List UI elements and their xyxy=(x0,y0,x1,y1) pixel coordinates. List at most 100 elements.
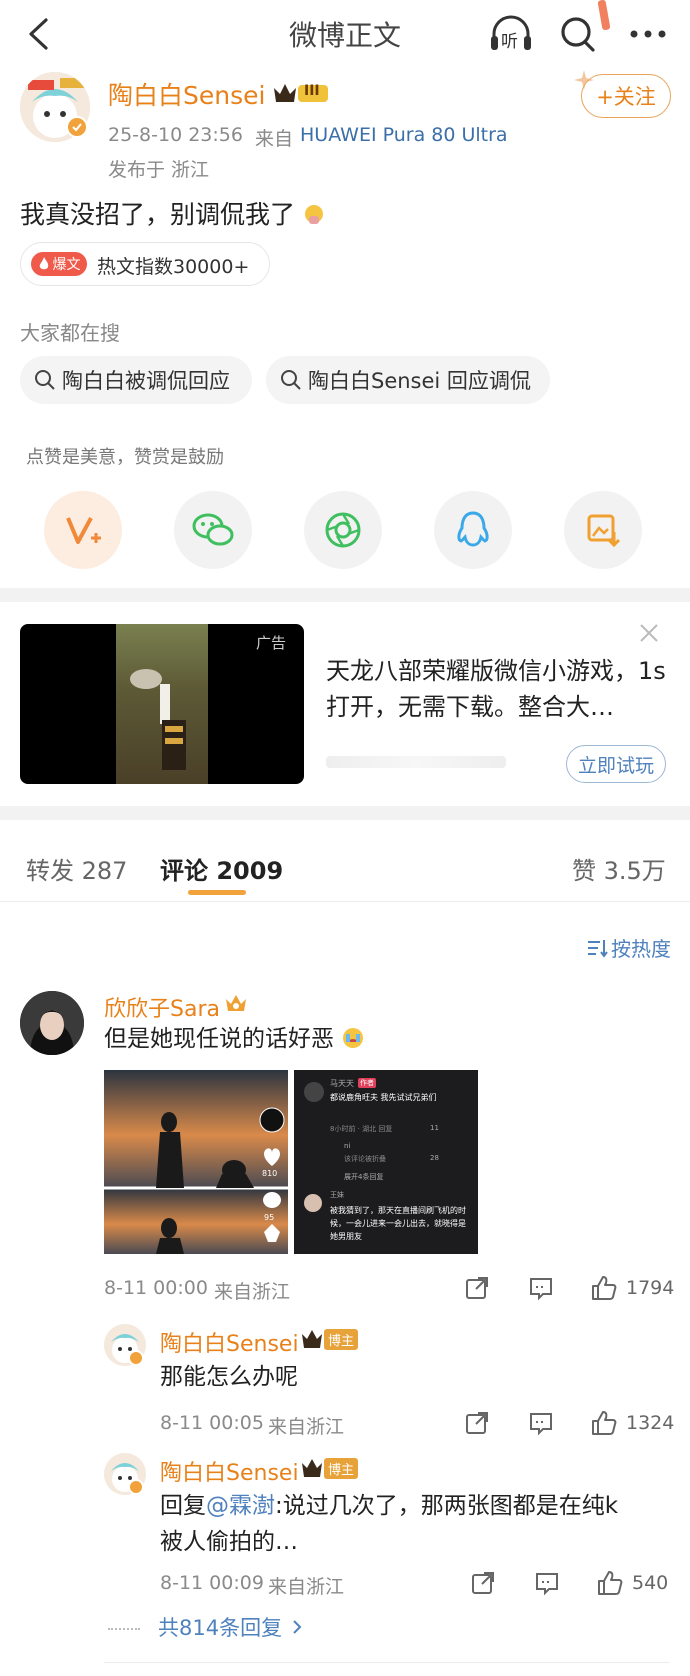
comment-image-1[interactable]: 810 95 xyxy=(104,1070,288,1254)
reward-tip: 点赞是美意，赞赏是鼓励 xyxy=(26,447,224,468)
host-badge-label: 博主 xyxy=(324,1328,359,1350)
more-replies-link[interactable]: 共814条回复 xyxy=(158,1612,304,1642)
member-crown-icon xyxy=(224,991,248,1015)
tab-like[interactable]: 赞 3.5万 xyxy=(572,851,666,886)
reply-text: 那能怎么办呢 xyxy=(160,1364,298,1390)
reply-text-line2: 被人偷拍的… xyxy=(160,1529,298,1555)
author-name[interactable]: 陶白白Sensei xyxy=(108,76,265,112)
embedded-name: 马天天 xyxy=(330,1079,354,1088)
comment-image-2[interactable]: 马天天 作者 都说鹿角旺夫 我先试试兄弟们 8小时前 · 湖北 回复 11 ni… xyxy=(294,1070,478,1254)
save-image-button[interactable] xyxy=(564,491,642,569)
reward-button[interactable] xyxy=(44,491,122,569)
weibo-post-page: 微博正文 听 陶白白Sensei III 25-8-10 23:56 来自 HU… xyxy=(0,0,690,1676)
comment-like-button[interactable]: 1794 xyxy=(590,1274,674,1302)
reply-like-button[interactable]: 1324 xyxy=(590,1409,674,1437)
more-replies-label: 共814条回复 xyxy=(158,1616,283,1640)
image-comment-count: 95 xyxy=(264,1213,275,1222)
reply-like-count: 1324 xyxy=(626,1412,675,1434)
more-replies-dots xyxy=(108,1628,140,1630)
reply-text: 回复@霖澍:说过几次了，那两张图都是在纯k xyxy=(160,1488,670,1524)
follow-button[interactable]: +关注 xyxy=(581,74,671,118)
hot-badge: 爆文 xyxy=(31,252,87,276)
ad-try-button[interactable]: 立即试玩 xyxy=(566,745,666,783)
embedded-likes-a: 11 xyxy=(430,1124,439,1132)
hot-badge-label: 爆文 xyxy=(52,257,81,273)
ad-tag: 广告 xyxy=(256,634,287,652)
save-image-icon xyxy=(587,514,621,548)
listen-headphones-icon[interactable]: 听 xyxy=(488,12,534,56)
facepalm-emoji-icon xyxy=(304,205,323,224)
thumbs-up-icon xyxy=(592,1276,617,1300)
hot-index-text: 热文指数30000+ xyxy=(97,256,250,278)
tab-comment[interactable]: 评论 2009 xyxy=(160,851,283,886)
reply-like-count: 540 xyxy=(632,1572,669,1594)
level-badge-text: III xyxy=(304,83,320,99)
reply-mention-link[interactable]: @霖澍 xyxy=(206,1493,275,1519)
level-badge: III xyxy=(272,80,332,106)
commenter-avatar[interactable] xyxy=(20,991,84,1055)
verified-badge-icon xyxy=(128,1350,144,1366)
reply-author-name[interactable]: 陶白白Sensei xyxy=(160,1455,299,1487)
section-divider xyxy=(0,806,690,820)
tab-divider xyxy=(0,901,690,902)
search-chip-label: 陶白白被调侃回应 xyxy=(62,369,230,393)
reply-share-button[interactable] xyxy=(470,1570,496,1596)
moments-icon xyxy=(325,512,361,548)
embedded-line2: 被我猜到了，那天在直播间刷飞机的时候，一会儿进来一会儿出去，就晓得是她男朋友 xyxy=(330,1206,466,1241)
search-icon xyxy=(281,370,301,390)
image-like-count: 810 xyxy=(262,1169,278,1178)
reply-comment-button[interactable] xyxy=(528,1410,554,1436)
reply-time: 8-11 00:05 xyxy=(160,1412,264,1434)
comment-text-content: 但是她现任说的话好恶 xyxy=(104,1026,334,1052)
verified-badge-icon xyxy=(128,1479,144,1495)
ad-video-thumbnail[interactable]: 广告 xyxy=(20,624,304,784)
search-icon[interactable] xyxy=(558,12,598,56)
comment-share-button[interactable] xyxy=(464,1275,490,1301)
qq-icon xyxy=(457,511,489,547)
reply-location: 来自浙江 xyxy=(268,1576,345,1598)
post-content: 我真没招了，别调侃我了 xyxy=(20,195,325,231)
more-options-icon[interactable] xyxy=(626,20,670,48)
search-chip-label: 陶白白Sensei 回应调侃 xyxy=(308,369,531,393)
ad-text[interactable]: 天龙八部荣耀版微信小游戏，1s打开，无需下载。整合大… xyxy=(326,653,666,725)
reply-time: 8-11 00:09 xyxy=(160,1572,264,1594)
share-icon xyxy=(472,1572,494,1594)
tab-repost[interactable]: 转发 287 xyxy=(26,851,127,886)
close-ad-icon[interactable] xyxy=(636,620,662,646)
ad-blurred-text xyxy=(326,756,506,768)
reply-like-button[interactable]: 540 xyxy=(596,1569,668,1597)
search-chip-1[interactable]: 陶白白被调侃回应 xyxy=(20,356,252,404)
host-badge: 博主 xyxy=(300,1328,359,1350)
crown-icon xyxy=(302,1459,322,1477)
commenter-name[interactable]: 欣欣子Sara xyxy=(104,991,220,1023)
sort-toggle[interactable]: 按热度 xyxy=(586,933,671,962)
embedded-avatar xyxy=(304,1082,324,1102)
crown-icon xyxy=(302,1330,322,1348)
post-location: 发布于 浙江 xyxy=(108,159,210,181)
reward-v-icon xyxy=(66,517,101,544)
reply-share-button[interactable] xyxy=(464,1410,490,1436)
wechat-icon xyxy=(192,513,234,546)
embedded-likes-b: 28 xyxy=(430,1154,439,1162)
embedded-meta: 8小时前 · 湖北 回复 xyxy=(330,1125,393,1133)
post-time: 25-8-10 23:56 xyxy=(108,124,243,146)
share-wechat-button[interactable] xyxy=(174,491,252,569)
reply-comment-button[interactable] xyxy=(534,1570,560,1596)
embedded-author-tag: 作者 xyxy=(358,1078,376,1088)
share-moments-button[interactable] xyxy=(304,491,382,569)
post-from-prefix: 来自 xyxy=(255,128,294,150)
search-chip-2[interactable]: 陶白白Sensei 回应调侃 xyxy=(266,356,550,404)
comment-like-count: 1794 xyxy=(626,1277,675,1299)
host-badge: 博主 xyxy=(300,1457,359,1479)
comment-icon xyxy=(536,1573,558,1596)
share-qq-button[interactable] xyxy=(434,491,512,569)
post-device[interactable]: HUAWEI Pura 80 Ultra xyxy=(300,124,508,146)
hot-index-pill[interactable]: 爆文 热文指数30000+ xyxy=(20,242,270,286)
comment-text: 但是她现任说的话好恶 xyxy=(104,1021,365,1057)
reply-author-name[interactable]: 陶白白Sensei xyxy=(160,1326,299,1358)
reply-text-rest: :说过几次了，那两张图都是在纯k xyxy=(275,1493,619,1519)
comment-reply-button[interactable] xyxy=(528,1275,554,1301)
embedded-name-2: 王妹 xyxy=(330,1191,344,1199)
embedded-line1: 都说鹿角旺夫 我先试试兄弟们 xyxy=(330,1093,437,1102)
tab-active-indicator xyxy=(188,890,246,895)
